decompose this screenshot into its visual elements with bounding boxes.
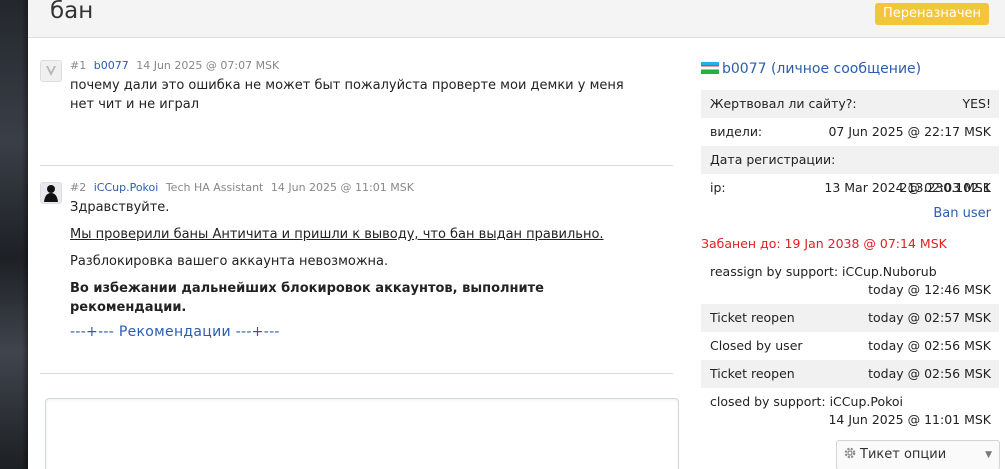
ticket-title: бан — [50, 0, 94, 24]
log-action: closed by support: iCCup.Pokoi — [710, 394, 903, 409]
info-value: 213.230.102.1 — [899, 180, 991, 195]
log-action: Closed by user — [710, 338, 803, 353]
post-number: #1 — [70, 59, 87, 72]
post-meta: #1 b0077 14 Jun 2025 @ 07:07 MSK — [70, 59, 279, 72]
info-value: YES! — [962, 96, 991, 111]
info-row-ip: ip: 213.230.102.1 — [701, 174, 999, 202]
log-action: Ticket reopen — [710, 310, 795, 325]
post-body: Здравствуйте. Мы проверили баны Античита… — [70, 198, 650, 350]
default-avatar-icon — [40, 60, 62, 82]
log-time: 14 Jun 2025 @ 11:01 MSK — [828, 412, 991, 427]
post-text-bold: Во избежании дальнейших блокировок аккау… — [70, 281, 544, 315]
info-key: видели: — [710, 124, 763, 139]
post-divider — [40, 165, 673, 166]
silhouette-avatar-icon — [40, 182, 62, 204]
log-entry: Ticket reopen today @ 02:57 MSK — [701, 304, 999, 332]
log-entry: Closed by user today @ 02:56 MSK — [701, 332, 999, 360]
post-body: почему дали это ошибка не может быт пожа… — [70, 76, 650, 122]
background-art — [0, 0, 28, 469]
post-author-link[interactable]: iCCup.Pokoi — [94, 181, 159, 194]
info-row-donated: Жертвовал ли сайту?: YES! — [701, 90, 999, 118]
ticket-options-dropdown[interactable]: Тикет опции ▼ — [836, 440, 1000, 469]
post-text-underlined: Мы проверили баны Античита и пришли к вы… — [70, 227, 604, 242]
post-text: Разблокировка вашего аккаунта невозможна… — [70, 254, 389, 269]
post-time: 14 Jun 2025 @ 07:07 MSK — [136, 59, 280, 72]
info-key: Дата регистрации: — [710, 152, 836, 167]
ban-user-link[interactable]: Ban user — [701, 206, 991, 221]
log-action: reassign by support: iCCup.Nuborub — [710, 264, 937, 279]
status-badge: Переназначен — [875, 3, 990, 25]
ticket-page: бан Переназначен #1 b0077 14 Jun 2025 @ … — [28, 0, 1005, 469]
info-value: 07 Jun 2025 @ 22:17 MSK — [828, 124, 991, 139]
post-number: #2 — [70, 181, 87, 194]
post-author-role: Tech HA Assistant — [165, 181, 264, 194]
ticket-header: бан Переназначен — [28, 0, 1005, 38]
info-key: ip: — [710, 180, 726, 195]
ticket-options-label: Тикет опции — [860, 447, 947, 462]
log-entry: Ticket reopen today @ 02:56 MSK — [701, 360, 999, 388]
post-author-link[interactable]: b0077 — [94, 59, 129, 72]
log-action: Ticket reopen — [710, 366, 795, 381]
info-row-registered: Дата регистрации: 13 Mar 2024 @ 02:03 MS… — [701, 146, 999, 195]
log-time: today @ 12:46 MSK — [868, 282, 991, 297]
log-time: today @ 02:57 MSK — [868, 310, 991, 325]
chevron-down-icon: ▼ — [985, 450, 992, 460]
username-link[interactable]: b0077 — [722, 61, 767, 77]
post-time: 14 Jun 2025 @ 11:01 MSK — [270, 181, 414, 194]
banned-until-text: Забанен до: 19 Jan 2038 @ 07:14 MSK — [701, 236, 947, 251]
log-time: today @ 02:56 MSK — [868, 338, 991, 353]
info-row-seen: видели: 07 Jun 2025 @ 22:17 MSK — [701, 118, 999, 146]
post-text: Здравствуйте. — [70, 200, 170, 215]
reply-textarea[interactable] — [45, 398, 679, 469]
log-time: today @ 02:56 MSK — [868, 366, 991, 381]
post-divider — [40, 373, 673, 374]
user-info-header: b0077 (личное сообщение) — [701, 61, 999, 77]
log-entry: closed by support: iCCup.Pokoi 14 Jun 20… — [701, 393, 999, 433]
uzbekistan-flag-icon — [701, 62, 719, 74]
gear-icon — [843, 443, 857, 459]
log-entry: reassign by support: iCCup.Nuborub today… — [701, 262, 999, 302]
recommendations-link[interactable]: ---+--- Рекомендации ---+--- — [70, 323, 650, 342]
private-message-link[interactable]: (личное сообщение) — [771, 61, 921, 77]
info-key: Жертвовал ли сайту?: — [710, 96, 857, 111]
post-meta: #2 iCCup.Pokoi Tech HA Assistant 14 Jun … — [70, 181, 414, 194]
post-text: почему дали это ошибка не может быт пожа… — [70, 78, 624, 112]
